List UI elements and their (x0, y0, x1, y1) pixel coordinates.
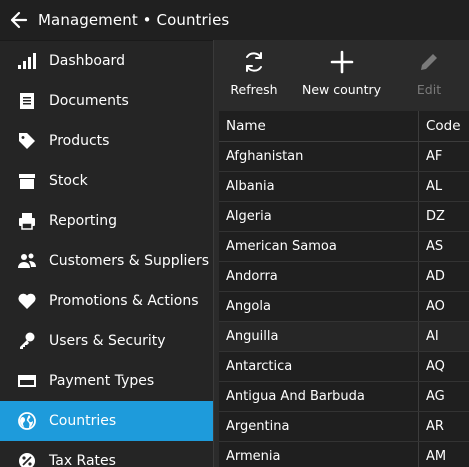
document-icon (0, 81, 49, 121)
refresh-label: Refresh (230, 82, 278, 97)
title-bar: Management • Countries (0, 0, 469, 40)
edit-button[interactable]: Edit (389, 40, 469, 110)
cell-name: Andorra (219, 262, 419, 291)
sidebar-item-countries[interactable]: Countries (0, 401, 213, 441)
new-country-label: New country (301, 82, 382, 97)
sidebar-item-dashboard[interactable]: Dashboard (0, 41, 213, 81)
sidebar-item-label: Users & Security (49, 333, 166, 349)
table-row[interactable]: Angola AO (219, 292, 469, 322)
cell-code: DZ (426, 209, 445, 224)
sidebar-item-label: Documents (49, 93, 129, 109)
cell-code: AM (426, 449, 447, 464)
table-row[interactable]: Andorra AD (219, 262, 469, 292)
sidebar-item-label: Dashboard (49, 53, 125, 69)
cell-name: Antigua And Barbuda (219, 382, 419, 411)
cell-name: Afghanistan (219, 142, 419, 171)
countries-table: Name Code Afghanistan AF Albania AL Alge… (219, 111, 469, 467)
cell-name: Anguilla (219, 322, 419, 351)
credit-card-icon (0, 361, 49, 401)
cell-code: AS (426, 239, 444, 254)
cell-code: AF (426, 149, 443, 164)
percent-icon (0, 441, 49, 467)
sidebar-item-documents[interactable]: Documents (0, 81, 213, 121)
toolbar: Refresh New country Edit (214, 40, 469, 110)
table-row[interactable]: Antarctica AQ (219, 352, 469, 382)
table-row[interactable]: Algeria DZ (219, 202, 469, 232)
heart-icon (0, 281, 49, 321)
sidebar-item-label: Products (49, 133, 110, 149)
cell-name: American Samoa (219, 232, 419, 261)
new-country-button[interactable]: New country (294, 40, 389, 110)
table-row[interactable]: Afghanistan AF (219, 142, 469, 172)
cell-name: Albania (219, 172, 419, 201)
sidebar-item-label: Countries (49, 413, 117, 429)
edit-label: Edit (416, 82, 442, 97)
sidebar-item-customers-suppliers[interactable]: Customers & Suppliers (0, 241, 213, 281)
sidebar-item-promotions-actions[interactable]: Promotions & Actions (0, 281, 213, 321)
sidebar-item-users-security[interactable]: Users & Security (0, 321, 213, 361)
table-row[interactable]: American Samoa AS (219, 232, 469, 262)
sidebar-item-reporting[interactable]: Reporting (0, 201, 213, 241)
sidebar: Dashboard Documents Products Stock Repor… (0, 40, 213, 467)
column-header-code[interactable]: Code (419, 111, 469, 141)
tag-icon (0, 121, 49, 161)
sidebar-item-stock[interactable]: Stock (0, 161, 213, 201)
cell-code: AI (426, 329, 439, 344)
sidebar-item-tax-rates[interactable]: Tax Rates (0, 441, 213, 467)
key-icon (0, 321, 49, 361)
cell-name: Antarctica (219, 352, 419, 381)
cell-name: Angola (219, 292, 419, 321)
printer-icon (0, 201, 49, 241)
refresh-icon (246, 52, 262, 72)
sidebar-item-payment-types[interactable]: Payment Types (0, 361, 213, 401)
bar-chart-icon (0, 41, 49, 81)
window-title: Management • Countries (38, 11, 230, 29)
sidebar-item-label: Customers & Suppliers (49, 253, 210, 269)
cell-code: AR (426, 419, 444, 434)
cell-code: AQ (426, 359, 445, 374)
table-row[interactable]: Albania AL (219, 172, 469, 202)
cell-name: Algeria (219, 202, 419, 231)
sidebar-item-label: Stock (49, 173, 88, 189)
people-icon (0, 241, 49, 281)
table-row[interactable]: Anguilla AI (219, 322, 469, 352)
cell-code: AD (426, 269, 445, 284)
sidebar-item-label: Promotions & Actions (49, 293, 199, 309)
sidebar-item-label: Reporting (49, 213, 118, 229)
table-row[interactable]: Argentina AR (219, 412, 469, 442)
box-icon (0, 161, 49, 201)
column-header-name[interactable]: Name (219, 111, 419, 141)
sidebar-item-label: Payment Types (49, 373, 155, 389)
cell-code: AO (426, 299, 445, 314)
globe-icon (0, 401, 49, 441)
pencil-icon (421, 54, 437, 70)
back-button[interactable] (0, 0, 38, 40)
sidebar-item-label: Tax Rates (49, 453, 116, 467)
plus-icon (330, 50, 353, 74)
table-row[interactable]: Armenia AM (219, 442, 469, 467)
cell-name: Armenia (219, 442, 419, 467)
cell-name: Argentina (219, 412, 419, 441)
cell-code: AG (426, 389, 445, 404)
sidebar-item-products[interactable]: Products (0, 121, 213, 161)
arrow-left-icon (10, 11, 28, 29)
table-header: Name Code (219, 111, 469, 142)
cell-code: AL (426, 179, 443, 194)
table-row[interactable]: Antigua And Barbuda AG (219, 382, 469, 412)
refresh-button[interactable]: Refresh (214, 40, 294, 110)
